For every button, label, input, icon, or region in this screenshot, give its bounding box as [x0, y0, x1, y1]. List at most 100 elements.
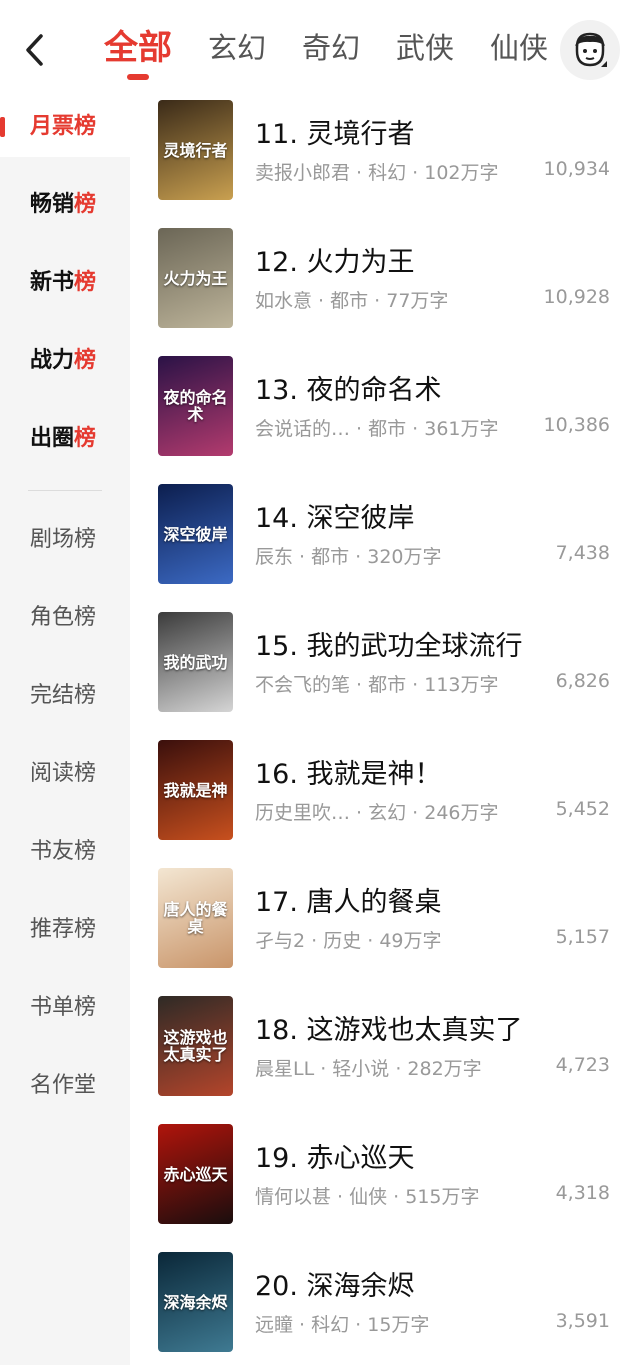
book-meta: 辰东 · 都市 · 320万字: [255, 546, 442, 568]
book-cover-text: 我就是神: [163, 780, 228, 800]
book-cover-text: 这游戏也太真实了: [163, 1028, 228, 1064]
tab-xianxia[interactable]: 仙侠: [490, 22, 548, 74]
list-item[interactable]: 我就是神 16. 我就是神！ 历史里吹… · 玄幻 · 246万字 5,452: [130, 740, 640, 850]
book-title: 15. 我的武功全球流行: [255, 631, 523, 662]
chevron-left-icon: [26, 34, 43, 66]
vote-count: 10,386: [543, 414, 610, 436]
sidebar-item-suffix: 榜: [74, 270, 97, 295]
list-item[interactable]: 灵境行者 11. 灵境行者卖报小郎君 · 科幻 · 102万字 10,934: [130, 100, 640, 210]
vote-count: 4,723: [555, 1054, 610, 1076]
book-cover-text: 我的武功: [163, 652, 228, 672]
vote-count: 10,928: [543, 286, 610, 308]
top-nav: 全部 玄幻 奇幻 武侠 仙侠: [0, 0, 640, 100]
book-cover-text: 深空彼岸: [163, 524, 228, 544]
book-cover[interactable]: 夜的命名术: [158, 356, 233, 456]
sidebar-divider: [28, 490, 102, 491]
book-meta: 不会飞的笔 · 都市 · 113万字: [255, 674, 499, 696]
vote-count: 6,826: [555, 670, 610, 692]
book-cover[interactable]: 我的武功: [158, 612, 233, 712]
book-meta: 会说话的… · 都市 · 361万字: [255, 418, 499, 440]
sidebar-item-0[interactable]: 月票榜: [0, 97, 130, 157]
book-cover-text: 灵境行者: [163, 140, 228, 160]
book-meta: 卖报小郎君 · 科幻 · 102万字: [255, 162, 499, 184]
book-title: 16. 我就是神！: [255, 759, 442, 790]
sidebar-item-2[interactable]: 新书榜: [0, 253, 130, 313]
book-cover-text: 夜的命名术: [163, 388, 228, 424]
sidebar-item-suffix: 榜: [74, 114, 97, 139]
book-meta: 如水意 · 都市 · 77万字: [255, 290, 449, 312]
book-title: 18. 这游戏也太真实了: [255, 1015, 523, 1046]
sidebar-item-label: 剧场榜: [30, 527, 97, 552]
book-meta: 情何以甚 · 仙侠 · 515万字: [255, 1186, 480, 1208]
vote-count: 3,591: [555, 1310, 610, 1332]
list-item[interactable]: 深海余烬 20. 深海余烬远瞳 · 科幻 · 15万字 3,591: [130, 1252, 640, 1362]
sidebar-item-label: 新书: [30, 270, 75, 295]
tab-wuxia[interactable]: 武侠: [396, 22, 454, 74]
book-meta: 晨星LL · 轻小说 · 282万字: [255, 1058, 482, 1080]
avatar-face-icon: [575, 32, 607, 67]
sidebar-item-3[interactable]: 战力榜: [0, 331, 130, 391]
book-meta: 孑与2 · 历史 · 49万字: [255, 930, 442, 952]
book-title: 13. 夜的命名术: [255, 375, 442, 406]
vote-count: 5,157: [555, 926, 610, 948]
sidebar-item-label: 书友榜: [30, 839, 97, 864]
sidebar-item-suffix: 榜: [74, 426, 97, 451]
book-cover[interactable]: 灵境行者: [158, 100, 233, 200]
book-title: 19. 赤心巡天: [255, 1143, 415, 1174]
list-item[interactable]: 夜的命名术 13. 夜的命名术会说话的… · 都市 · 361万字 10,386: [130, 356, 640, 466]
book-meta: 历史里吹… · 玄幻 · 246万字: [255, 802, 499, 824]
category-tabs: 全部 玄幻 奇幻 武侠 仙侠: [104, 22, 584, 78]
book-meta: 远瞳 · 科幻 · 15万字: [255, 1314, 430, 1336]
book-title: 11. 灵境行者: [255, 119, 415, 150]
tab-all[interactable]: 全部: [104, 22, 172, 74]
sidebar-item-label: 角色榜: [30, 605, 97, 630]
sidebar-item-label: 书单榜: [30, 995, 97, 1020]
tab-xuanhuan[interactable]: 玄幻: [208, 22, 266, 74]
sidebar-item-4[interactable]: 出圈榜: [0, 409, 130, 469]
book-cover[interactable]: 火力为王: [158, 228, 233, 328]
book-title: 12. 火力为王: [255, 247, 415, 278]
book-cover-text: 赤心巡天: [163, 1164, 228, 1184]
book-cover[interactable]: 我就是神: [158, 740, 233, 840]
sidebar-item-5[interactable]: 剧场榜: [0, 510, 130, 570]
list-item[interactable]: 赤心巡天 19. 赤心巡天情何以甚 · 仙侠 · 515万字 4,318: [130, 1124, 640, 1234]
sidebar-item-10[interactable]: 推荐榜: [0, 900, 130, 960]
back-button[interactable]: [14, 30, 54, 70]
book-cover[interactable]: 深海余烬: [158, 1252, 233, 1352]
ranking-sidebar: 月票榜 畅销榜 新书榜 战力榜 出圈榜 剧场榜 角色榜 完结榜 阅读榜 书友榜 推荐榜 书单榜 名作堂: [0, 97, 130, 1365]
sidebar-item-suffix: 榜: [74, 348, 97, 373]
vote-count: 7,438: [555, 542, 610, 564]
list-item[interactable]: 这游戏也太真实了 18. 这游戏也太真实了晨星LL · 轻小说 · 282万字 4,…: [130, 996, 640, 1106]
book-title: 14. 深空彼岸: [255, 503, 415, 534]
list-item[interactable]: 唐人的餐桌 17. 唐人的餐桌孑与2 · 历史 · 49万字 5,157: [130, 868, 640, 978]
book-title: 17. 唐人的餐桌: [255, 887, 442, 918]
sidebar-item-12[interactable]: 名作堂: [0, 1056, 130, 1116]
sidebar-item-9[interactable]: 书友榜: [0, 822, 130, 882]
sidebar-item-1[interactable]: 畅销榜: [0, 175, 130, 235]
list-item[interactable]: 火力为王 12. 火力为王如水意 · 都市 · 77万字 10,928: [130, 228, 640, 338]
book-cover[interactable]: 深空彼岸: [158, 484, 233, 584]
book-cover[interactable]: 唐人的餐桌: [158, 868, 233, 968]
vote-count: 5,452: [555, 798, 610, 820]
sidebar-item-label: 月票: [30, 114, 75, 139]
book-cover-text: 深海余烬: [163, 1292, 228, 1312]
sidebar-item-11[interactable]: 书单榜: [0, 978, 130, 1038]
book-cover[interactable]: 这游戏也太真实了: [158, 996, 233, 1096]
sidebar-item-label: 推荐榜: [30, 917, 97, 942]
vote-count: 4,318: [555, 1182, 610, 1204]
list-item[interactable]: 深空彼岸 14. 深空彼岸辰东 · 都市 · 320万字 7,438: [130, 484, 640, 594]
sidebar-item-8[interactable]: 阅读榜: [0, 744, 130, 804]
list-item[interactable]: 我的武功 15. 我的武功全球流行不会飞的笔 · 都市 · 113万字 6,826: [130, 612, 640, 722]
sidebar-item-label: 战力: [30, 348, 75, 373]
book-title: 20. 深海余烬: [255, 1271, 415, 1302]
sidebar-item-label: 出圈: [30, 426, 75, 451]
book-cover[interactable]: 赤心巡天: [158, 1124, 233, 1224]
tab-qihuan[interactable]: 奇幻: [302, 22, 360, 74]
book-cover-text: 唐人的餐桌: [163, 900, 228, 936]
sidebar-item-6[interactable]: 角色榜: [0, 588, 130, 648]
sidebar-item-label: 名作堂: [30, 1073, 97, 1098]
avatar[interactable]: [560, 20, 620, 80]
vote-count: 10,934: [543, 158, 610, 180]
sidebar-item-7[interactable]: 完结榜: [0, 666, 130, 726]
book-cover-text: 火力为王: [163, 268, 228, 288]
